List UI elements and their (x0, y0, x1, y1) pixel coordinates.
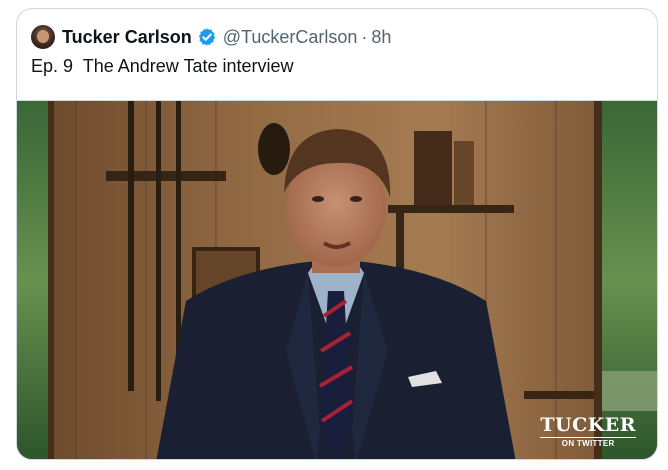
verified-badge-icon (198, 28, 215, 46)
tucker-on-twitter-logo: TUCKER ON TWITTER (540, 414, 636, 448)
tweet-header: Tucker Carlson @TuckerCarlson · 8h (31, 23, 391, 51)
tweet-timestamp[interactable]: 8h (371, 27, 391, 48)
author-name[interactable]: Tucker Carlson (62, 27, 192, 48)
separator-dot: · (361, 26, 368, 47)
author-avatar[interactable] (31, 25, 55, 49)
author-handle[interactable]: @TuckerCarlson (223, 27, 358, 48)
video-frame (17, 101, 657, 459)
video-media[interactable]: TUCKER ON TWITTER (17, 100, 657, 459)
tweet-card[interactable]: Tucker Carlson @TuckerCarlson · 8h Ep. 9… (16, 8, 658, 460)
tweet-text: Ep. 9 The Andrew Tate interview (31, 56, 294, 76)
